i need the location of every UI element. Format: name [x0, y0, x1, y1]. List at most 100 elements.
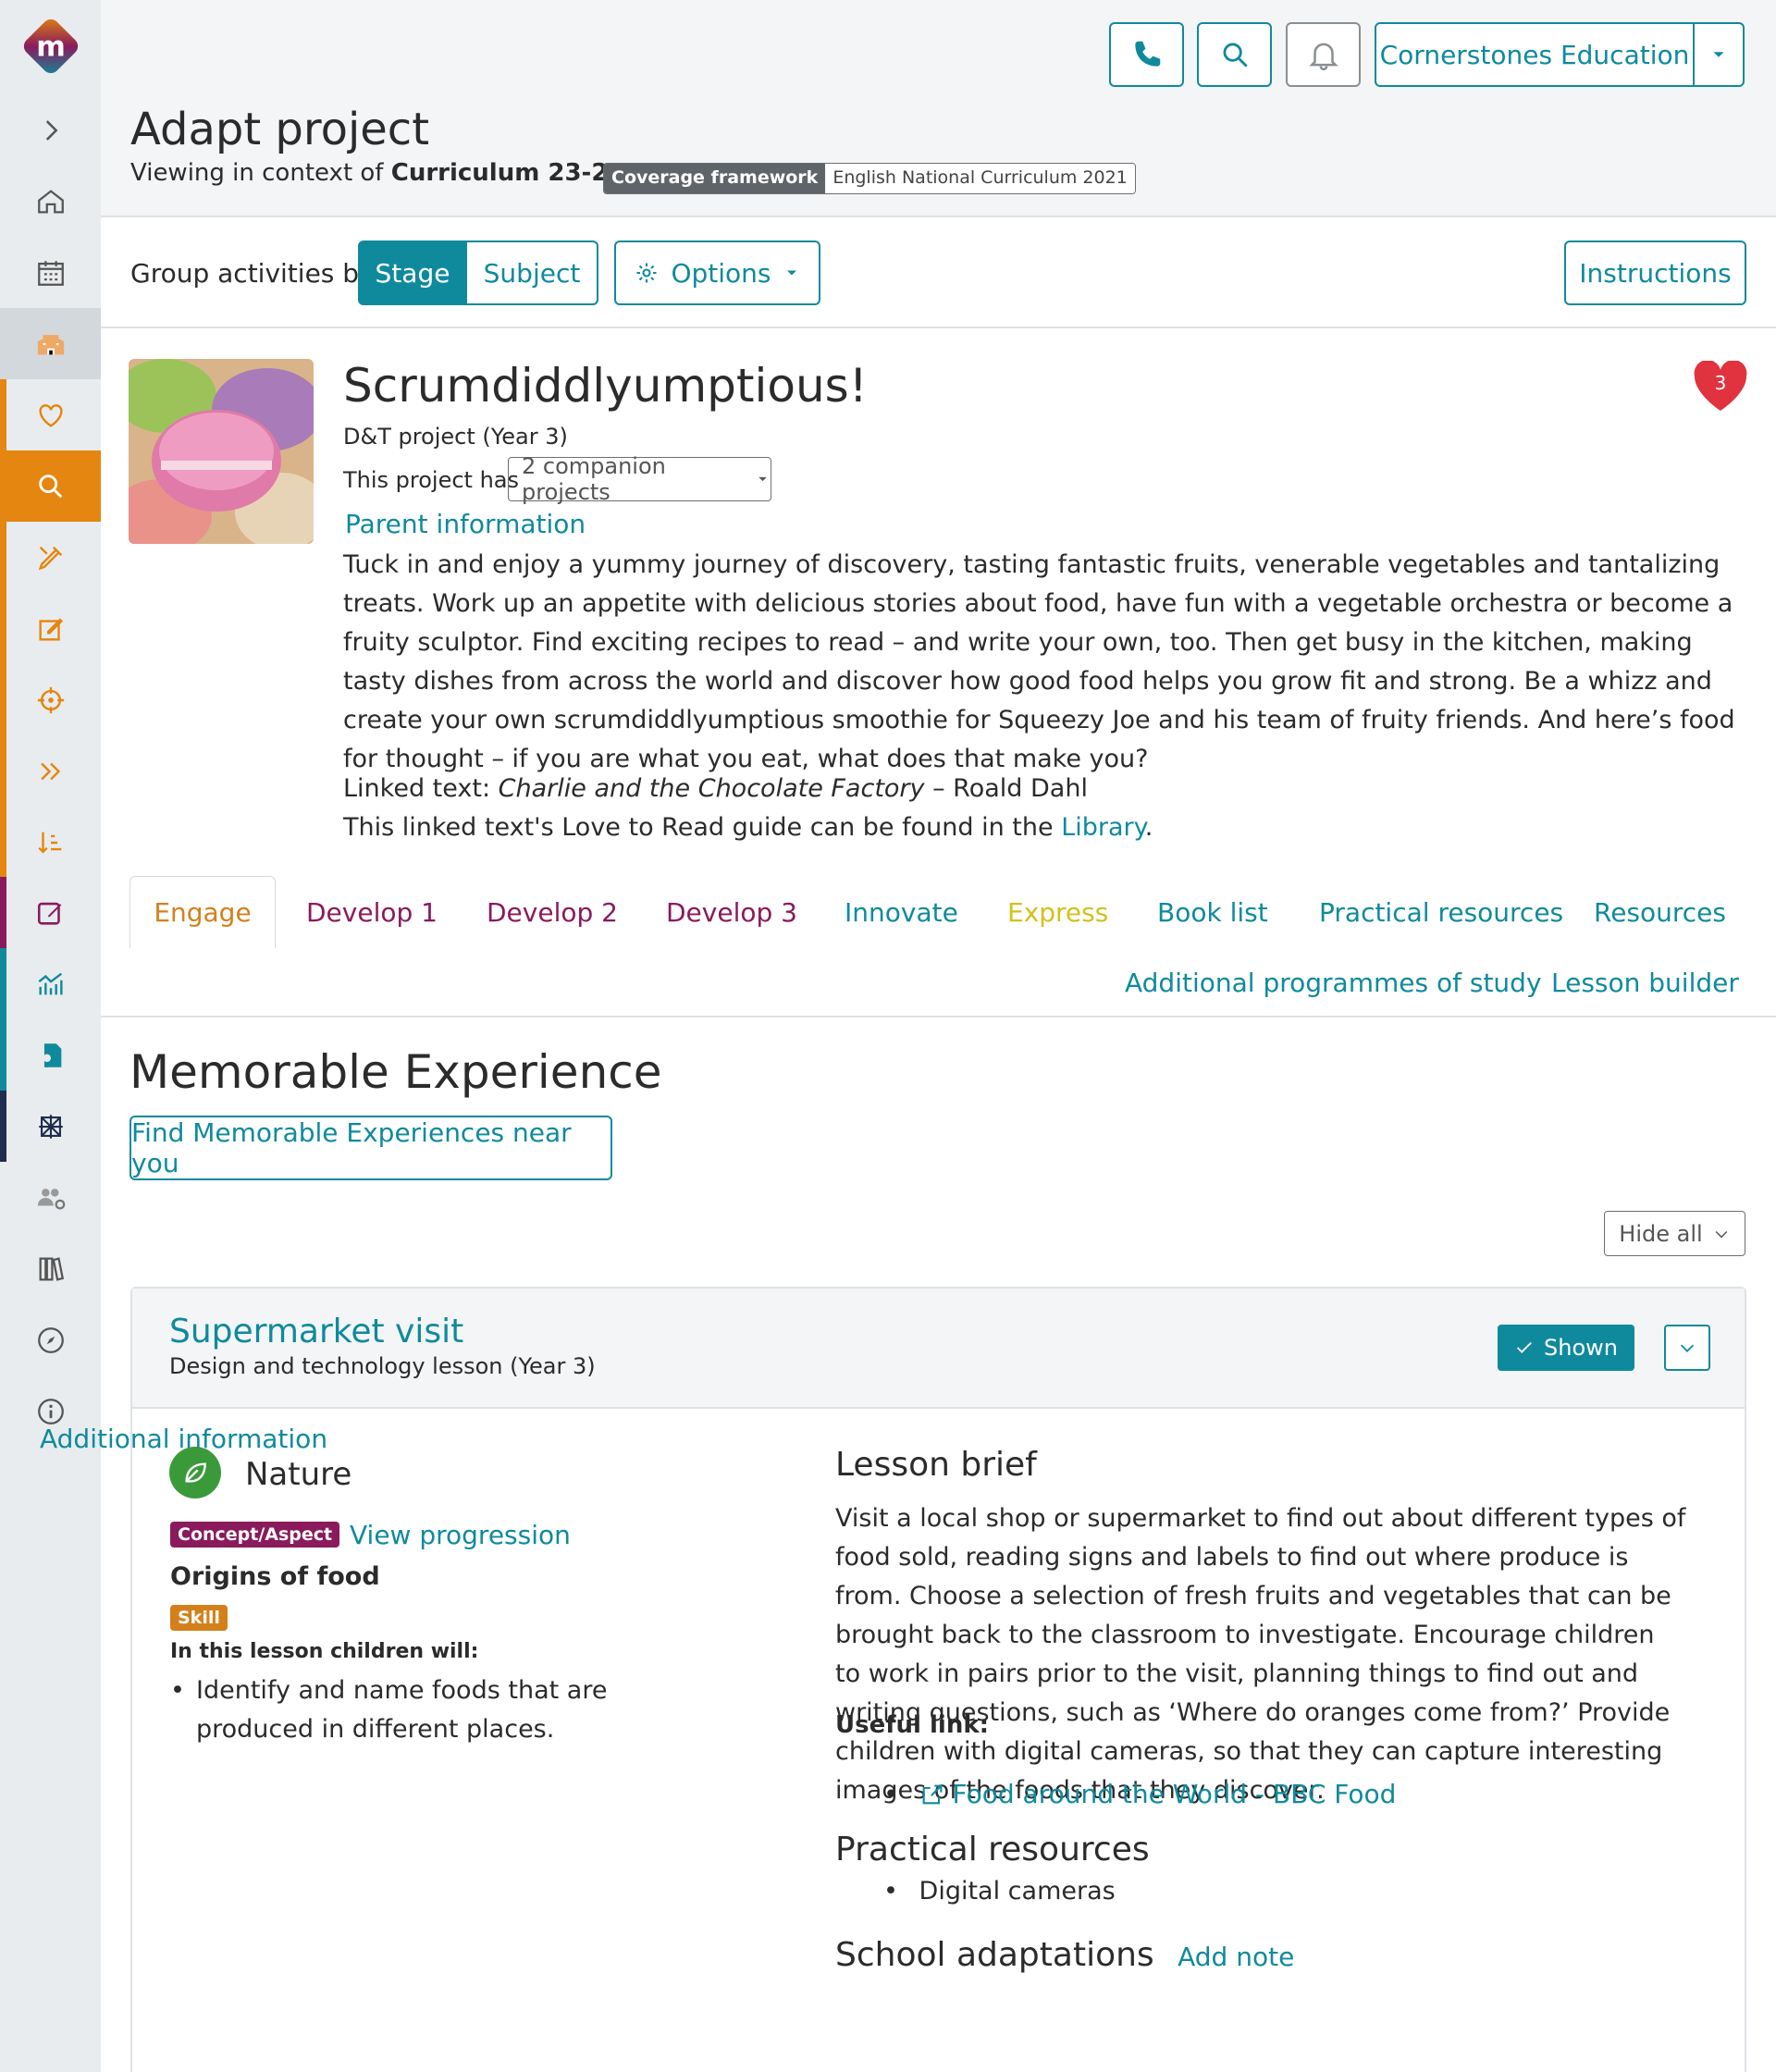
users-cog-icon — [37, 1188, 65, 1209]
library-suffix: . — [1144, 813, 1153, 842]
sidebar-item-documents[interactable] — [0, 1019, 101, 1091]
group-by-stage-button[interactable]: Stage — [358, 240, 467, 305]
organisation-name: Cornerstones Education — [1379, 39, 1690, 70]
sidebar-item-sort[interactable] — [0, 807, 101, 878]
bullet-dot: • — [883, 1779, 899, 1809]
project-subtitle: D&T project (Year 3) — [343, 424, 568, 450]
companion-projects-dropdown[interactable]: 2 companion projects — [508, 453, 771, 505]
school-icon — [37, 334, 64, 354]
hide-all-label: Hide all — [1619, 1220, 1703, 1247]
tabs-divider — [101, 1016, 1776, 1018]
bell-icon — [1308, 43, 1338, 71]
chart-icon — [37, 972, 63, 994]
find-memorable-experiences-button[interactable]: Find Memorable Experiences near you — [130, 1116, 612, 1180]
shown-label: Shown — [1544, 1335, 1618, 1361]
context-prefix: Viewing in context of — [130, 159, 384, 187]
app-logo[interactable]: m — [0, 9, 101, 83]
section-title: Memorable Experience — [130, 1045, 662, 1099]
sidebar-item-write[interactable] — [0, 877, 101, 948]
info-icon — [37, 1398, 64, 1424]
expand-activity-button[interactable] — [1664, 1325, 1710, 1371]
add-note-link[interactable]: Add note — [1178, 1942, 1294, 1972]
sidebar-item-library[interactable] — [0, 1233, 101, 1304]
tab-additional-programmes[interactable]: Additional programmes of study — [1125, 968, 1542, 998]
chevron-down-icon — [1715, 1230, 1728, 1238]
tab-lesson-builder[interactable]: Lesson builder — [1551, 968, 1739, 998]
activity-title[interactable]: Supermarket visit — [169, 1313, 463, 1350]
concept-name: Origins of food — [170, 1562, 380, 1591]
gear-icon — [636, 263, 657, 283]
favourite-button[interactable]: 3 — [1693, 360, 1748, 413]
options-label: Options — [671, 257, 771, 289]
context-curriculum: Curriculum 23-24 — [390, 159, 625, 187]
library-link[interactable]: Library — [1061, 813, 1145, 842]
bbc-food-link[interactable]: Food around the World - BBC Food — [953, 1779, 1397, 1809]
sidebar-item-design[interactable] — [0, 522, 101, 593]
network-icon — [38, 1114, 63, 1139]
options-dropdown[interactable]: Options — [614, 240, 820, 305]
library-line: This linked text's Love to Read guide ca… — [343, 808, 1153, 847]
caret-down-icon — [1713, 52, 1724, 57]
tab-innovate[interactable]: Innovate — [845, 897, 958, 928]
activity-subtitle: Design and technology lesson (Year 3) — [169, 1353, 596, 1379]
sidebar-item-network[interactable] — [0, 1091, 101, 1162]
search-icon — [1222, 43, 1248, 68]
companion-projects-label: 2 companion projects — [522, 453, 666, 505]
tab-develop-1[interactable]: Develop 1 — [306, 897, 438, 928]
tab-develop-3[interactable]: Develop 3 — [666, 897, 797, 928]
coverage-key: Coverage framework — [604, 164, 826, 193]
favourite-count: 3 — [1714, 372, 1727, 394]
bullet-dot: • — [883, 1877, 898, 1906]
tab-engage[interactable]: Engage — [130, 876, 276, 948]
tab-resources[interactable]: Resources — [1594, 897, 1726, 928]
organisation-dropdown-toggle[interactable] — [1693, 22, 1745, 87]
page-header: Cornerstones Education Adapt project Vie… — [101, 0, 1776, 217]
parent-information-link[interactable]: Parent information — [345, 509, 586, 539]
sidebar-item-home[interactable] — [0, 166, 101, 237]
additional-information-link[interactable]: Additional information — [40, 1424, 327, 1454]
sidebar-item-target[interactable] — [0, 664, 101, 735]
sidebar-item-edit[interactable] — [0, 593, 101, 664]
sidebar-item-progress[interactable] — [0, 735, 101, 807]
calendar-icon — [37, 260, 64, 286]
crosshair-icon — [37, 686, 64, 713]
notifications-button[interactable] — [1286, 22, 1361, 87]
activity-card-header: Supermarket visit Design and technology … — [132, 1289, 1745, 1409]
search-button[interactable] — [1197, 22, 1272, 87]
pen-square-icon — [37, 902, 61, 925]
organisation-button[interactable]: Cornerstones Education — [1375, 22, 1695, 87]
library-prefix: This linked text's Love to Read guide ca… — [343, 813, 1054, 842]
sidebar: m — [0, 0, 101, 2072]
phone-button[interactable] — [1109, 22, 1184, 87]
shown-toggle-button[interactable]: Shown — [1498, 1325, 1634, 1371]
sidebar-item-calendar[interactable] — [0, 237, 101, 308]
view-progression-link[interactable]: View progression — [350, 1520, 571, 1550]
tab-practical-resources[interactable]: Practical resources — [1319, 897, 1563, 928]
project-image — [129, 359, 314, 544]
group-by-subject-button[interactable]: Subject — [465, 240, 598, 305]
sidebar-item-analytics[interactable] — [0, 948, 101, 1019]
tab-book-list[interactable]: Book list — [1157, 897, 1268, 928]
sidebar-item-users[interactable] — [0, 1162, 101, 1233]
tab-express[interactable]: Express — [1007, 897, 1108, 928]
chevron-right-icon — [45, 119, 57, 141]
practical-resources-title: Practical resources — [835, 1831, 1150, 1868]
hide-all-dropdown[interactable]: Hide all — [1604, 1211, 1745, 1256]
sidebar-item-search[interactable] — [0, 450, 101, 522]
expand-sidebar-button[interactable] — [0, 94, 101, 166]
lesson-brief-title: Lesson brief — [835, 1446, 1037, 1484]
useful-link-item: • Food around the World - BBC Food — [883, 1779, 1396, 1809]
useful-link-label: Useful link: — [835, 1711, 990, 1739]
practical-resource-label: Digital cameras — [919, 1877, 1116, 1906]
sidebar-item-explore[interactable] — [0, 1304, 101, 1375]
sidebar-item-favourites[interactable] — [0, 379, 101, 450]
search-icon — [38, 474, 62, 498]
sidebar-item-school[interactable] — [0, 308, 101, 379]
sort-icon — [37, 832, 61, 854]
lesson-brief-text: Visit a local shop or supermarket to fin… — [835, 1504, 1686, 1805]
instructions-button[interactable]: Instructions — [1564, 240, 1746, 305]
companion-label: This project has — [343, 467, 520, 493]
tab-develop-2[interactable]: Develop 2 — [487, 897, 618, 928]
activity-card: Supermarket visit Design and technology … — [130, 1287, 1746, 2072]
context-line: Viewing in context of Curriculum 23-24 — [130, 159, 625, 187]
